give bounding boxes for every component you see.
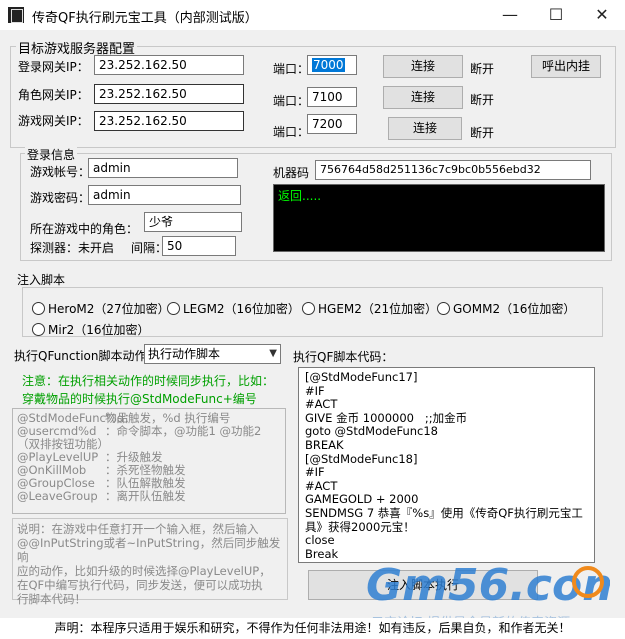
role-port-input[interactable]: 7100 [307,87,357,107]
watermark-logo: Gm56.com [366,560,610,611]
radio-legm2[interactable]: LEGM2（16位加密） [167,300,300,317]
role-connect-button[interactable]: 连接 [383,86,463,109]
desc-line: 说明：在游戏中任意打开一个输入框，然后输入 [17,522,259,536]
detector-status: 探测器：未开启 [30,241,115,255]
summon-plugin-button[interactable]: 呼出内挂 [531,55,601,78]
account-input[interactable]: admin [88,158,238,178]
login-disconnect[interactable]: 断开 [470,60,494,77]
password-input[interactable]: admin [88,185,241,205]
code-line: SENDMSG 7 恭喜『%s』使用《传奇QF执行刷元宝工具》获得2000元宝！ [305,505,583,534]
machine-code-label: 机器码 [273,166,310,180]
maximize-button[interactable]: ☐ [533,0,579,30]
window-title: 传奇QF执行刷元宝工具（内部测试版） [32,11,258,26]
note-line-1: 注意：在执行相关动作的时候同步执行，比如： [22,374,275,388]
login-port-input[interactable]: 7000 [307,55,357,75]
chevron-down-icon: ▼ [269,348,277,359]
minimize-button[interactable]: — [487,0,533,30]
description-box: 说明：在游戏中任意打开一个输入框，然后输入 @@InPutString或者~In… [12,518,288,606]
code-line: goto @StdModeFunc18 [305,424,438,439]
code-line: close [305,533,335,548]
role-name-input[interactable]: 少爷 [144,212,242,232]
action-label: 执行QFunction脚本动作： [14,349,159,363]
radio-legm2-circle [167,302,180,315]
action-select-value: 执行动作脚本 [148,347,221,361]
login-connect-button[interactable]: 连接 [383,55,463,78]
console-output: 返回..... [273,184,605,252]
help-row: @LeaveGroup ：离开队伍触发 [17,489,186,503]
code-line: #IF [305,465,325,480]
code-line: #IF [305,383,325,398]
role-name-label: 所在游戏中的角色： [30,222,139,236]
code-line: [@StdModeFunc17] [305,370,418,384]
close-button[interactable]: ✕ [579,0,625,30]
login-gateway-input[interactable]: 23.252.162.50 [94,55,244,75]
login-info-label: 登录信息 [25,146,78,163]
code-line: [@StdModeFunc18] [305,451,418,466]
app-icon [8,7,24,23]
desc-line: 行脚本代码！ [17,592,86,606]
password-label: 游戏密码： [30,191,91,205]
code-line: GIVE 金币 1000000 ;;加金币 [305,410,468,425]
game-gateway-input[interactable]: 23.252.162.50 [94,111,244,131]
radio-mir2[interactable]: Mir2（16位加密） [32,321,150,338]
action-select[interactable]: 执行动作脚本 ▼ [144,344,281,364]
code-editor[interactable]: [@StdModeFunc17] #IF #ACT GIVE 金币 100000… [298,367,595,563]
machine-code-input[interactable]: 756764d58d251136c7c9bc0b556ebd32 [315,160,591,180]
game-connect-button[interactable]: 连接 [388,117,462,140]
note-line-2: 穿戴物品的时候执行@StdModeFunc+编号 [22,392,257,406]
login-port-label: 端口： [273,62,310,76]
game-disconnect[interactable]: 断开 [470,124,494,141]
radio-hgem2-circle [302,302,315,315]
account-label: 游戏帐号： [30,165,91,179]
desc-line: 应的动作，比如升级的时候选择@PlayLevelUP， [17,564,271,578]
game-port-label: 端口： [273,125,310,139]
radio-gomm2[interactable]: GOMM2（16位加密） [437,300,575,317]
role-port-label: 端口： [273,94,310,108]
interval-input[interactable]: 50 [162,236,236,256]
game-gateway-label: 游戏网关IP： [18,114,89,128]
inject-script-label: 注入脚本 [15,271,68,288]
desc-line: @@InPutString或者~InPutString，然后同步触发响 [17,536,281,564]
radio-gomm2-circle [437,302,450,315]
role-gateway-label: 角色网关IP： [18,88,89,102]
desc-line: 在QF中编写执行代码，同步发送，便可以成功执 [17,578,263,592]
role-gateway-input[interactable]: 23.252.162.50 [94,84,244,104]
code-line: #ACT [305,478,338,493]
radio-mir2-circle [32,323,45,336]
role-disconnect[interactable]: 断开 [470,91,494,108]
code-line: GAMEGOLD + 2000 [305,492,419,507]
code-line: #ACT [305,397,338,412]
game-port-input[interactable]: 7200 [307,114,357,134]
login-gateway-label: 登录网关IP： [18,60,89,74]
radio-hgem2[interactable]: HGEM2（21位加密） [302,300,437,317]
radio-herom2-circle [32,302,45,315]
help-list: @StdModeFunc%d： 物品触发，%d 执行编号 @usercmd%d ：命… [12,408,286,514]
footer-disclaimer: 声明：本程序只适用于娱乐和研究，不得作为任何非法用途！如有违反，后果自负，和作者… [0,618,625,639]
code-label: 执行QF脚本代码： [293,350,394,364]
code-line: BREAK [305,437,344,452]
radio-herom2[interactable]: HeroM2（27位加密） [32,300,170,317]
